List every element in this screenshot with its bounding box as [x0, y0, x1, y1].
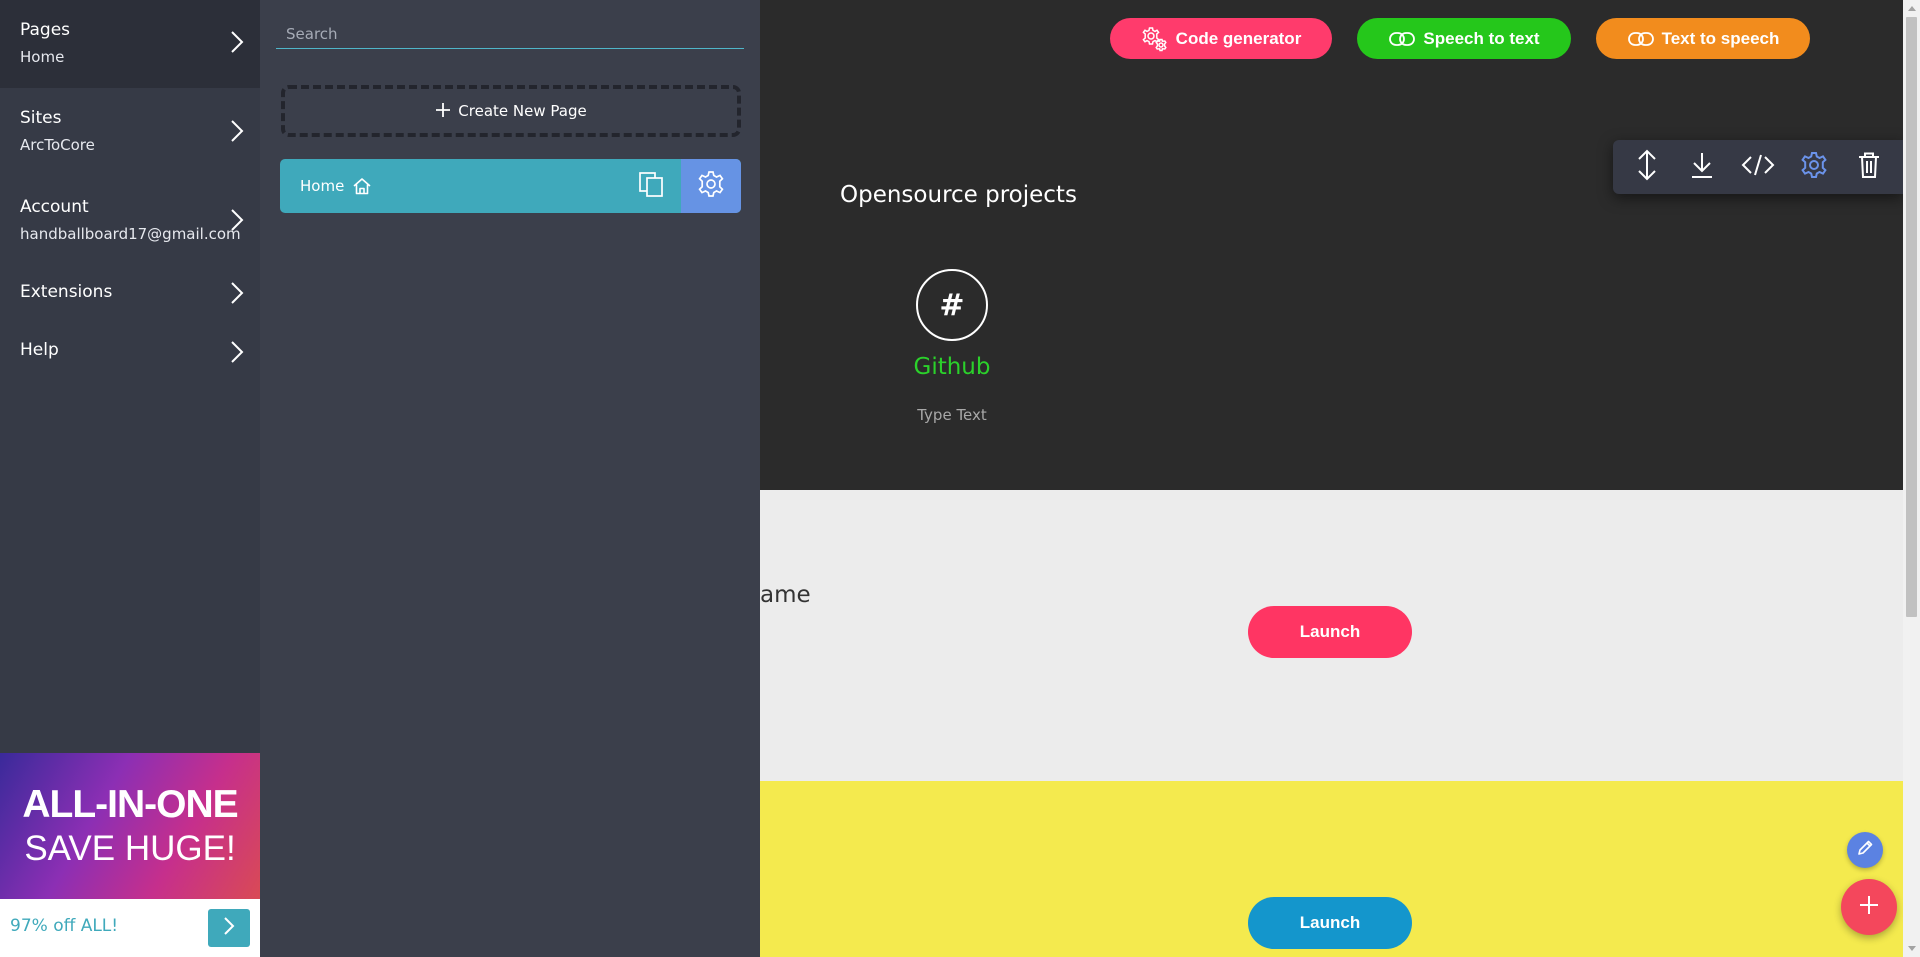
page-name: Home [300, 177, 345, 195]
card-title[interactable]: Github [852, 354, 1052, 380]
resize-vertical-icon [1636, 149, 1658, 185]
promo-offer-text: 97% off ALL! [10, 916, 119, 936]
trash-icon [1857, 151, 1881, 183]
scrollbar-thumb[interactable] [1906, 17, 1917, 617]
section-settings-button[interactable] [1794, 147, 1834, 187]
code-icon [1741, 153, 1775, 181]
promo-subheadline: SAVE HUGE! [24, 829, 236, 868]
plus-icon [435, 101, 451, 122]
nav-item-subtitle: ArcToCore [20, 136, 95, 154]
chevron-right-icon [230, 208, 244, 236]
pages-panel: Create New Page Home [260, 0, 760, 957]
nav-item-subtitle: Home [20, 48, 65, 66]
nav-item-account[interactable]: Account handballboard17@gmail.com [0, 178, 260, 266]
text-to-speech-button[interactable]: Text to speech [1596, 18, 1810, 59]
gear-icon [1141, 25, 1169, 53]
view-code-button[interactable] [1738, 147, 1778, 187]
nav-item-help[interactable]: Help [0, 324, 260, 384]
speech-to-text-label: Speech to text [1423, 28, 1540, 48]
speech-to-text-button[interactable]: Speech to text [1357, 18, 1571, 59]
edit-fab-button[interactable] [1847, 832, 1883, 868]
link-icon [1627, 30, 1655, 48]
hash-icon: # [916, 269, 988, 341]
download-section-button[interactable] [1682, 147, 1722, 187]
scroll-down-icon[interactable] [1903, 940, 1920, 957]
nav-item-title: Sites [20, 108, 62, 128]
chevron-right-icon [223, 916, 235, 940]
chevron-right-icon [230, 119, 244, 147]
nav-item-extensions[interactable]: Extensions [0, 266, 260, 324]
promo-go-button[interactable] [208, 909, 250, 947]
page-settings-button[interactable] [681, 159, 741, 213]
create-new-page-button[interactable]: Create New Page [281, 85, 741, 137]
duplicate-page-button[interactable] [621, 159, 681, 213]
pencil-icon [1856, 839, 1874, 861]
nav-item-title: Extensions [20, 282, 113, 302]
download-icon [1690, 151, 1714, 183]
launch-button[interactable]: Launch [1248, 606, 1412, 658]
chevron-right-icon [230, 340, 244, 368]
promo-image[interactable]: ALL-IN-ONE SAVE HUGE! [0, 753, 260, 899]
page-row-home: Home [280, 159, 741, 213]
main-sidebar: Pages Home Sites ArcToCore Account handb… [0, 0, 260, 957]
home-icon [352, 177, 372, 195]
code-generator-label: Code generator [1175, 28, 1302, 48]
scroll-up-icon[interactable] [1903, 0, 1920, 17]
page-canvas: Code generator Speech to text Text to sp… [760, 0, 1903, 957]
nav-item-title: Help [20, 340, 59, 360]
section-toolbar [1613, 140, 1903, 194]
link-icon [1388, 30, 1416, 48]
card-text[interactable]: Type Text [852, 406, 1052, 424]
launch-button[interactable]: Launch [1248, 897, 1412, 949]
page-scrollbar[interactable] [1903, 0, 1920, 957]
promo-banner[interactable]: ALL-IN-ONE SAVE HUGE! 97% off ALL! [0, 753, 260, 957]
page-link-home[interactable]: Home [280, 159, 621, 213]
nav-item-sites[interactable]: Sites ArcToCore [0, 88, 260, 178]
chevron-right-icon [230, 281, 244, 309]
delete-section-button[interactable] [1849, 147, 1889, 187]
gear-icon [697, 170, 725, 202]
create-new-page-label: Create New Page [458, 102, 587, 120]
move-section-button[interactable] [1627, 147, 1667, 187]
nav-item-title: Account [20, 197, 89, 217]
add-section-fab-button[interactable] [1841, 879, 1897, 935]
chevron-right-icon [230, 30, 244, 58]
gear-icon [1800, 151, 1828, 183]
code-generator-button[interactable]: Code generator [1110, 18, 1332, 59]
nav-item-subtitle: handballboard17@gmail.com [20, 225, 241, 243]
nav-item-pages[interactable]: Pages Home [0, 0, 260, 88]
search-input[interactable] [276, 19, 744, 49]
promo-headline: ALL-IN-ONE [22, 783, 238, 826]
nav-item-title: Pages [20, 20, 71, 40]
text-to-speech-label: Text to speech [1661, 28, 1780, 48]
section-heading-partial[interactable]: ame [760, 582, 811, 608]
section-heading[interactable]: Opensource projects [840, 182, 1077, 208]
copy-icon [638, 171, 664, 201]
promo-footer: 97% off ALL! [0, 899, 260, 957]
plus-icon [1858, 894, 1880, 920]
